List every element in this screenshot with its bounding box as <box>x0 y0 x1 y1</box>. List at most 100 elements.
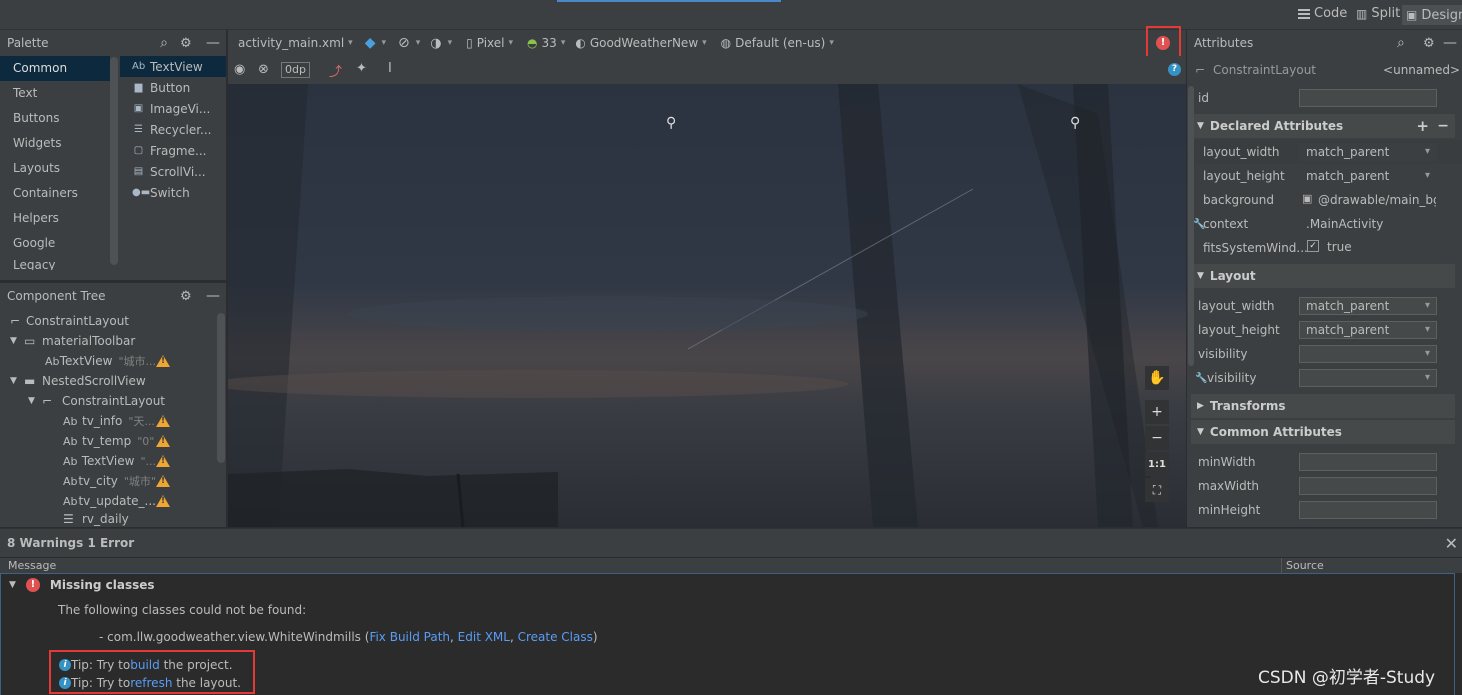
min-height-field[interactable] <box>1299 501 1437 519</box>
tree-item[interactable]: Ab TextView "城市... <box>0 351 216 371</box>
warning-icon[interactable] <box>156 435 170 447</box>
minimize-icon[interactable]: — <box>206 288 220 304</box>
infer-constraints-icon[interactable]: ✦ <box>356 61 367 76</box>
edit-xml-link[interactable]: Edit XML <box>458 630 510 644</box>
warning-icon[interactable] <box>156 415 170 427</box>
gear-icon[interactable]: ⚙ <box>180 36 192 51</box>
minimize-icon[interactable]: — <box>1443 35 1457 51</box>
palette-category[interactable]: Common <box>0 56 110 81</box>
context-value[interactable]: .MainActivity <box>1299 215 1437 233</box>
component-tree-scrollbar[interactable] <box>217 313 225 463</box>
gear-icon[interactable]: ⚙ <box>180 289 192 304</box>
declared-attributes-section[interactable]: ▼ Declared Attributes + − <box>1191 114 1455 138</box>
split-view-button[interactable]: ▥ Split <box>1356 6 1400 21</box>
palette-widget[interactable]: ▆ Button <box>120 77 226 98</box>
warning-icon[interactable] <box>156 355 170 367</box>
zoom-to-fit-screen-icon[interactable]: ⛶ <box>1145 478 1169 502</box>
transforms-section[interactable]: ▶ Transforms <box>1191 394 1455 418</box>
gear-icon[interactable]: ⚙ <box>1423 36 1435 51</box>
checkbox-checked-icon[interactable]: ✓ <box>1307 240 1319 252</box>
palette-category[interactable]: Google <box>0 231 110 256</box>
tools-visibility-dropdown[interactable] <box>1299 369 1437 387</box>
attributes-scrollbar[interactable] <box>1188 86 1194 366</box>
search-icon[interactable]: ⌕ <box>1397 35 1405 51</box>
max-width-field[interactable] <box>1299 477 1437 495</box>
palette-widget[interactable]: ●▬ Switch <box>120 182 226 203</box>
default-margin-field[interactable]: 0dp <box>281 62 310 78</box>
add-icon[interactable]: + <box>1416 117 1429 135</box>
zoom-fit-button[interactable]: 1:1 <box>1145 452 1169 476</box>
create-class-link[interactable]: Create Class <box>518 630 593 644</box>
locale-selector[interactable]: ◍ Default (en-us) ▾ <box>721 36 834 50</box>
guidelines-icon[interactable]: Ⅰ <box>388 61 392 76</box>
palette-widget[interactable]: Ab TextView <box>120 56 226 77</box>
tree-item[interactable]: Ab tv_info "天... <box>0 411 216 431</box>
palette-category[interactable]: Widgets <box>0 131 110 156</box>
zoom-in-button[interactable]: + <box>1145 400 1169 424</box>
tree-item[interactable]: ⌐ ConstraintLayout <box>0 311 216 331</box>
tree-item[interactable]: ▼ ⌐ ConstraintLayout <box>0 391 216 411</box>
design-canvas[interactable]: ⚲ ⚲ <box>228 84 1186 527</box>
layout-section[interactable]: ▼ Layout <box>1191 264 1455 288</box>
palette-scrollbar[interactable] <box>110 57 118 265</box>
chevron-down-icon[interactable]: ▼ <box>28 396 42 406</box>
layout-width-value[interactable]: match_parent <box>1299 143 1437 161</box>
tree-item[interactable]: Ab TextView "... <box>0 451 216 471</box>
palette-category[interactable]: Legacy <box>0 256 110 270</box>
tree-item[interactable]: ☰ rv_daily <box>0 511 216 527</box>
tree-item[interactable]: ▼ ▬ NestedScrollView <box>0 371 216 391</box>
code-view-button[interactable]: Code <box>1298 6 1347 21</box>
min-width-field[interactable] <box>1299 453 1437 471</box>
file-selector[interactable]: activity_main.xml ▾ <box>238 36 353 50</box>
layers-icon[interactable]: ◆ <box>365 35 376 51</box>
palette-category[interactable]: Buttons <box>0 106 110 131</box>
palette-widget[interactable]: ▢ Fragme... <box>120 140 226 161</box>
eye-icon[interactable]: ◉ <box>234 62 245 77</box>
close-icon[interactable]: ✕ <box>1445 534 1458 553</box>
constraint-layout-icon: ⌐ <box>1195 63 1206 77</box>
tree-item[interactable]: Ab tv_city "城市" <box>0 471 216 491</box>
background-value[interactable]: @drawable/main_bg <box>1313 191 1437 209</box>
palette-category[interactable]: Text <box>0 81 110 106</box>
tree-item[interactable]: Ab tv_update_... <box>0 491 216 511</box>
chevron-down-icon[interactable]: ▼ <box>9 580 16 590</box>
warning-icon[interactable] <box>156 495 170 507</box>
palette-category[interactable]: Helpers <box>0 206 110 231</box>
search-icon[interactable]: ⌕ <box>160 35 168 51</box>
layout-width-dropdown[interactable]: match_parent <box>1299 297 1437 315</box>
column-message[interactable]: Message <box>8 559 56 572</box>
palette-widget[interactable]: ▤ ScrollVi... <box>120 161 226 182</box>
clear-constraints-icon[interactable]: ⤴ <box>329 61 342 80</box>
issue-row[interactable]: ▼ ! Missing classes <box>9 578 155 592</box>
palette-category[interactable]: Layouts <box>0 156 110 181</box>
common-attributes-section[interactable]: ▼ Common Attributes <box>1191 420 1455 444</box>
palette-category[interactable]: Containers <box>0 181 110 206</box>
id-field[interactable] <box>1299 89 1437 107</box>
watermark: CSDN @初学者-Study <box>1258 668 1436 688</box>
design-view-button[interactable]: ▣ Design <box>1402 5 1462 25</box>
theme-selector[interactable]: ◐ GoodWeatherNew ▾ <box>575 36 706 50</box>
palette-widget[interactable]: ▣ ImageVi... <box>120 98 226 119</box>
zoom-out-button[interactable]: − <box>1145 426 1169 450</box>
tree-item[interactable]: ▼ ▭ materialToolbar <box>0 331 216 351</box>
chevron-down-icon[interactable]: ▼ <box>10 336 24 346</box>
visibility-dropdown[interactable] <box>1299 345 1437 363</box>
device-selector[interactable]: ▯ Pixel ▾ <box>466 36 513 50</box>
layout-height-dropdown[interactable]: match_parent <box>1299 321 1437 339</box>
orientation-icon[interactable]: ⊘ <box>398 35 410 51</box>
minimize-icon[interactable]: — <box>206 35 220 51</box>
column-source[interactable]: Source <box>1286 559 1324 572</box>
palette-widget[interactable]: ☰ Recycler... <box>120 119 226 140</box>
tree-item[interactable]: Ab tv_temp "0" <box>0 431 216 451</box>
chevron-down-icon[interactable]: ▼ <box>10 376 24 386</box>
layout-height-value[interactable]: match_parent <box>1299 167 1437 185</box>
warning-icon[interactable] <box>156 455 170 467</box>
remove-icon[interactable]: − <box>1437 118 1449 134</box>
magnet-off-icon[interactable]: ⊗ <box>258 62 269 77</box>
api-selector[interactable]: ◓ 33 ▾ <box>527 36 565 50</box>
help-icon[interactable]: ? <box>1168 63 1181 76</box>
night-mode-icon[interactable]: ◑ <box>430 36 441 51</box>
pan-hand-icon[interactable]: ✋ <box>1145 366 1169 390</box>
fix-build-path-link[interactable]: Fix Build Path <box>369 630 450 644</box>
warning-icon[interactable] <box>156 475 170 487</box>
